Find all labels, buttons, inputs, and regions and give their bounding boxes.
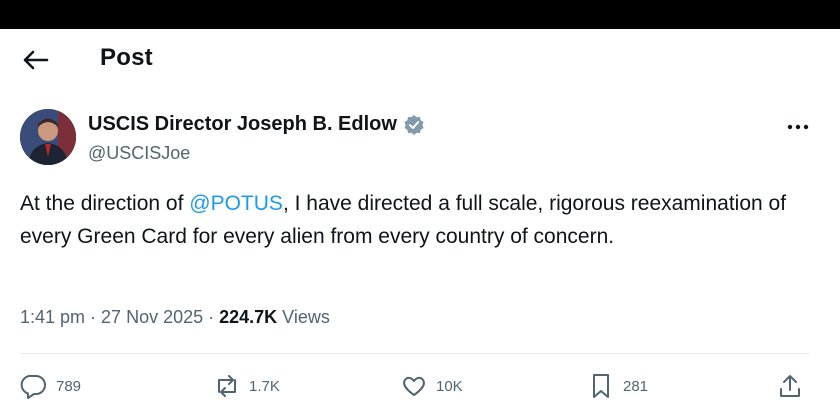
back-arrow-icon [23,50,49,70]
more-button[interactable] [786,119,810,130]
views-count: 224.7K [219,307,278,327]
author-handle[interactable]: @USCISJoe [88,143,190,164]
like-count: 10K [436,377,463,395]
repost-button[interactable]: 1.7K [213,369,280,403]
divider [20,353,810,354]
like-button[interactable]: 10K [400,369,463,403]
header: Post [0,29,840,89]
reply-count: 789 [56,377,82,395]
back-button[interactable] [20,48,50,72]
reply-button[interactable]: 789 [20,369,81,403]
views-label: Views [277,307,330,327]
share-icon [780,375,800,397]
repost-count: 1.7K [249,377,280,395]
post-time[interactable]: 1:41 pm [20,307,85,327]
post-page: Post USCIS Director Joseph B. Edlow @USC… [0,29,840,420]
share-button[interactable] [776,369,804,403]
meta-separator: · [203,307,220,327]
avatar-image [20,109,76,165]
more-icon [787,124,809,130]
post-text: At the direction of @POTUS, I have direc… [20,187,810,253]
verified-badge-icon [403,114,425,136]
author-name[interactable]: USCIS Director Joseph B. Edlow [88,113,397,136]
post-date[interactable]: 27 Nov 2025 [101,307,203,327]
repost-icon [218,375,236,397]
post-meta: 1:41 pm · 27 Nov 2025 · 224.7K Views [20,307,330,328]
bookmark-count: 281 [623,377,649,395]
bookmark-icon [593,374,609,398]
post-text-before: At the direction of [20,192,190,215]
author-name-row: USCIS Director Joseph B. Edlow [88,113,425,136]
reply-icon [20,374,46,399]
like-icon [403,376,425,396]
bookmark-button[interactable]: 281 [587,369,648,403]
avatar[interactable] [20,109,76,165]
action-bar: 789 1.7K 10K 281 [20,369,810,403]
meta-separator: · [85,307,102,327]
mention-link[interactable]: @POTUS [189,192,283,215]
page-title: Post [100,44,153,71]
